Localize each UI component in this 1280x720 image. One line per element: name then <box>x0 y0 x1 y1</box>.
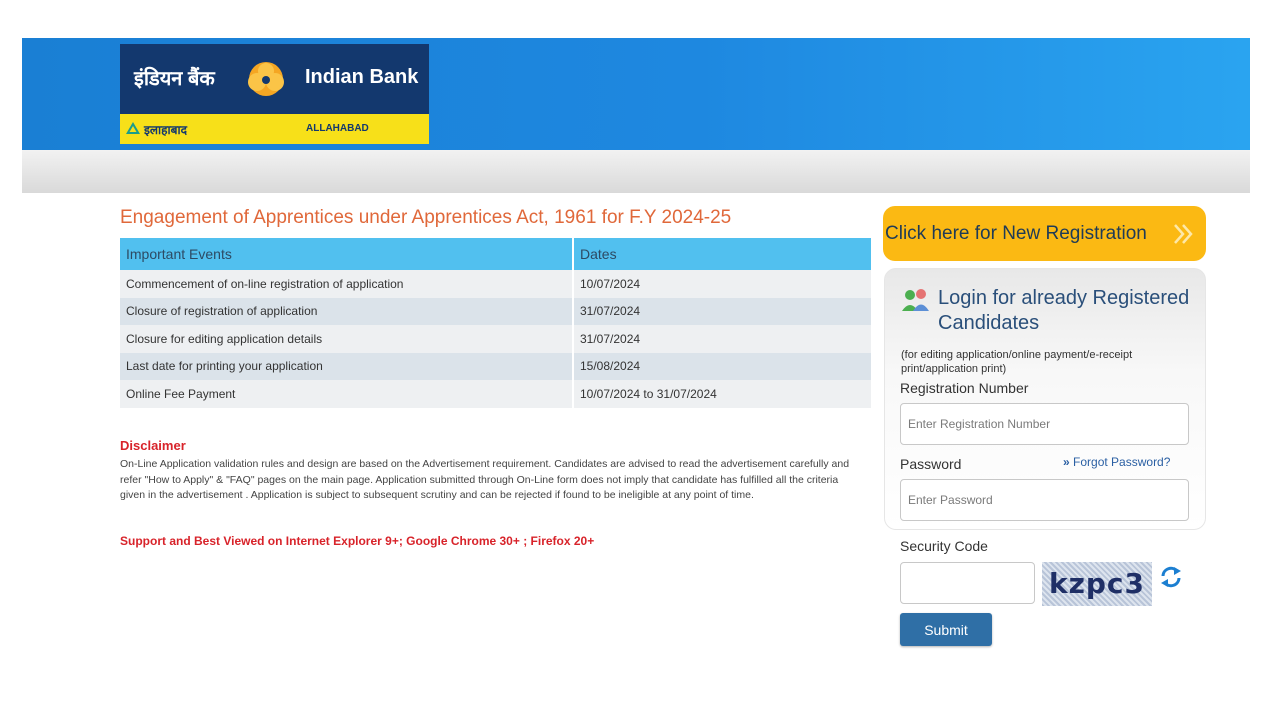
logo-hindi-text: इंडियन बैंक <box>134 68 215 90</box>
table-header: Important Events <box>120 238 574 270</box>
submit-button[interactable]: Submit <box>900 613 992 646</box>
forgot-password-link[interactable]: » Forgot Password? <box>1063 455 1170 469</box>
login-heading: Login for already Registered Candidates <box>938 287 1190 334</box>
new-registration-button[interactable]: Click here for New Registration <box>883 206 1206 261</box>
login-note: (for editing application/online payment/… <box>901 349 1133 375</box>
table-header-row: Important Events Dates <box>120 238 873 270</box>
strip-english-text: ALLAHABAD <box>306 123 369 134</box>
registration-number-input[interactable] <box>900 403 1189 445</box>
nav-bar <box>22 150 1250 193</box>
event-cell: Closure of registration of application <box>120 297 574 325</box>
security-code-label: Security Code <box>900 538 988 554</box>
disclaimer-text: On-Line Application validation rules and… <box>120 458 850 501</box>
date-cell: 15/08/2024 <box>573 352 873 380</box>
bank-emblem-icon <box>248 62 284 96</box>
table-row: Closure for editing application details … <box>120 325 873 353</box>
table-row: Last date for printing your application … <box>120 352 873 380</box>
forgot-password-label: Forgot Password? <box>1073 455 1171 469</box>
disclaimer-title: Disclaimer <box>120 438 186 453</box>
event-cell: Online Fee Payment <box>120 380 574 408</box>
date-cell: 31/07/2024 <box>573 325 873 353</box>
chevron-right-icon <box>1174 224 1193 244</box>
date-cell: 31/07/2024 <box>573 297 873 325</box>
new-registration-label: Click here for New Registration <box>885 223 1147 244</box>
logo-strip: इलाहाबाद ALLAHABAD <box>120 114 429 144</box>
refresh-icon[interactable] <box>1159 565 1183 589</box>
event-cell: Commencement of on-line registration of … <box>120 270 574 298</box>
table-header: Dates <box>573 238 873 270</box>
table-row: Commencement of on-line registration of … <box>120 270 873 298</box>
users-icon <box>902 289 929 311</box>
header-banner: इंडियन बैंक Indian Bank इलाहाबाद ALLAHAB… <box>22 38 1250 150</box>
captcha-image: kzpc3 <box>1042 562 1152 606</box>
date-cell: 10/07/2024 <box>573 270 873 298</box>
strip-hindi-text: इलाहाबाद <box>144 123 187 137</box>
security-code-input[interactable] <box>900 562 1035 604</box>
registration-number-label: Registration Number <box>900 380 1029 396</box>
double-chevron-icon: » <box>1063 455 1070 469</box>
password-label: Password <box>900 456 962 472</box>
event-cell: Closure for editing application details <box>120 325 574 353</box>
table-row: Online Fee Payment 10/07/2024 to 31/07/2… <box>120 380 873 408</box>
triangle-logo-icon <box>126 122 140 134</box>
event-cell: Last date for printing your application <box>120 352 574 380</box>
table-row: Closure of registration of application 3… <box>120 297 873 325</box>
date-cell: 10/07/2024 to 31/07/2024 <box>573 380 873 408</box>
events-table: Important Events Dates Commencement of o… <box>120 238 873 408</box>
browser-support-note: Support and Best Viewed on Internet Expl… <box>120 534 595 548</box>
logo-english-text: Indian Bank <box>305 66 419 88</box>
password-input[interactable] <box>900 479 1189 521</box>
logo-top: इंडियन बैंक Indian Bank <box>120 44 429 112</box>
page-title: Engagement of Apprentices under Apprenti… <box>120 207 732 228</box>
bank-logo[interactable]: इंडियन बैंक Indian Bank इलाहाबाद ALLAHAB… <box>120 44 429 144</box>
